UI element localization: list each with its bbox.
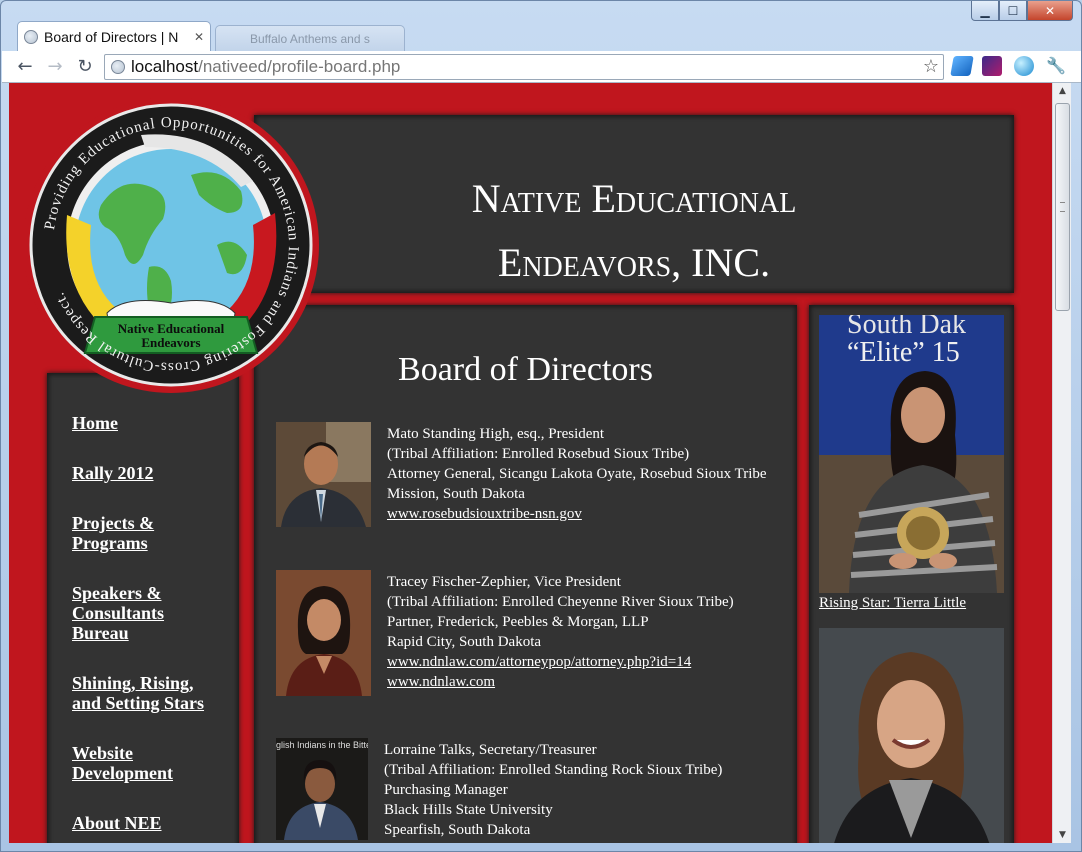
rising-star-caption[interactable]: Rising Star: Tierra Little	[819, 595, 966, 612]
board-member-1: Mato Standing High, esq., President (Tri…	[276, 422, 786, 527]
member-photo-1	[276, 422, 371, 527]
member-line: (Tribal Affiliation: Enrolled Rosebud Si…	[387, 446, 690, 462]
member-line: Mato Standing High, esq., President	[387, 426, 605, 442]
member-line: Attorney General, Sicangu Lakota Oyate, …	[387, 466, 767, 482]
portrait-woman-sign-image	[276, 738, 368, 840]
logo-banner-line2: Endeavors	[141, 335, 200, 350]
nav-link-projects-programs[interactable]: Projects & Programs	[72, 513, 222, 553]
portrait-man-image	[276, 422, 371, 527]
page-scrollbar[interactable]: ▲ ▼	[1052, 83, 1071, 843]
nav-item-speakers: Speakers & Consultants Bureau	[72, 583, 222, 643]
extension-book-icon[interactable]	[982, 56, 1002, 76]
nav-list: Home Rally 2012 Projects & Programs Spea…	[72, 413, 222, 843]
tab-title: Board of Directors | N	[44, 28, 179, 45]
shining-star-photo[interactable]	[819, 628, 1004, 843]
member-photo-2	[276, 570, 371, 696]
nav-item-website: Website Development	[72, 743, 222, 783]
member-info-1: Mato Standing High, esq., President (Tri…	[387, 424, 767, 527]
maximize-button[interactable]: ☐	[999, 1, 1027, 21]
extension-blue-icon[interactable]	[950, 56, 974, 76]
board-member-2: Tracey Fischer-Zephier, Vice President (…	[276, 570, 786, 696]
photo-sign-text: glish Indians in the Bitter	[276, 740, 368, 750]
member-line: Partner, Frederick, Peebles & Morgan, LL…	[387, 614, 649, 630]
member-line: Rapid City, South Dakota	[387, 634, 542, 650]
shining-star-image	[819, 628, 1004, 843]
member-line: Tracey Fischer-Zephier, Vice President	[387, 574, 621, 590]
nav-link-home[interactable]: Home	[72, 413, 222, 433]
tab-background[interactable]: Buffalo Anthems and s	[215, 25, 405, 51]
nav-link-rally-2012[interactable]: Rally 2012	[72, 463, 222, 483]
site-logo[interactable]: Native Educational Endeavors Providing E…	[21, 95, 321, 395]
header-panel: Native Educational Endeavors, INC.	[254, 115, 1014, 293]
tab-active[interactable]: Board of Directors | N ✕	[17, 21, 211, 51]
member-line: (Tribal Affiliation: Enrolled Standing R…	[384, 762, 723, 778]
member-line: Lorraine Talks, Secretary/Treasurer	[384, 742, 597, 758]
logo-emblem-icon: Native Educational Endeavors Providing E…	[23, 97, 319, 393]
extension-globe-icon[interactable]	[1014, 56, 1034, 76]
tab-close-icon[interactable]: ✕	[194, 30, 204, 44]
board-member-3: glish Indians in the Bitter Lorraine Tal…	[276, 738, 786, 840]
scroll-up-arrow-icon[interactable]: ▲	[1053, 83, 1072, 99]
nav-link-about[interactable]: About NEE	[72, 813, 222, 833]
nav-item-rally: Rally 2012	[72, 463, 222, 483]
page-globe-icon	[24, 29, 38, 44]
member-line: Spearfish, South Dakota	[384, 822, 531, 838]
scroll-thumb[interactable]	[1055, 103, 1070, 311]
member-line: Mission, South Dakota	[387, 486, 525, 502]
member-line: Black Hills State University	[384, 802, 553, 818]
site-title: Native Educational Endeavors, INC.	[471, 176, 797, 285]
minimize-button[interactable]: ▁	[971, 1, 999, 21]
bookmark-star-icon[interactable]: ☆	[923, 56, 939, 77]
site-info-icon[interactable]	[111, 60, 125, 74]
url-host: localhost	[131, 57, 199, 76]
reload-icon[interactable]: ↻	[70, 53, 100, 81]
url-path: /nativeed/profile-board.php	[198, 57, 401, 76]
tab-title-background: Buffalo Anthems and s	[250, 31, 370, 46]
back-arrow-icon[interactable]: ←	[10, 53, 40, 81]
member-link[interactable]: www.ndnlaw.com/attorneypop/attorney.php?…	[387, 652, 734, 672]
main-content: Board of Directors Mato Standing High, e…	[254, 305, 797, 843]
address-bar[interactable]: localhost/nativeed/profile-board.php ☆	[104, 54, 944, 80]
rising-star-photo[interactable]: South Dak “Elite” 15	[819, 315, 1004, 593]
member-line: (Tribal Affiliation: Enrolled Cheyenne R…	[387, 594, 734, 610]
nav-item-projects: Projects & Programs	[72, 513, 222, 553]
window-controls: ▁ ☐ ✕	[971, 1, 1073, 21]
scroll-down-arrow-icon[interactable]: ▼	[1053, 827, 1072, 843]
member-link[interactable]: www.rosebudsiouxtribe-nsn.gov	[387, 504, 767, 524]
portrait-woman-image	[276, 570, 371, 696]
member-info-3: Lorraine Talks, Secretary/Treasurer (Tri…	[384, 740, 722, 840]
member-info-2: Tracey Fischer-Zephier, Vice President (…	[387, 572, 734, 696]
member-link[interactable]: www.ndnlaw.com	[387, 672, 734, 692]
forward-arrow-icon[interactable]: →	[40, 53, 70, 81]
logo-banner-line1: Native Educational	[118, 321, 225, 336]
nav-item-stars: Shining, Rising, and Setting Stars	[72, 673, 222, 713]
stars-sidebar: South Dak “Elite” 15 Rising Star: Tierra…	[809, 305, 1014, 843]
member-line: Purchasing Manager	[384, 782, 508, 798]
nav-item-home: Home	[72, 413, 222, 433]
nav-item-about: About NEE	[72, 813, 222, 833]
wrench-icon[interactable]: 🔧	[1046, 56, 1066, 76]
browser-toolbar: ← → ↻ localhost/nativeed/profile-board.p…	[2, 51, 1081, 83]
page-viewport: Native Educational Endeavors, INC. Home …	[9, 83, 1052, 843]
nav-link-website-development[interactable]: Website Development	[72, 743, 222, 783]
nav-link-speakers-bureau[interactable]: Speakers & Consultants Bureau	[72, 583, 222, 643]
nav-link-stars[interactable]: Shining, Rising, and Setting Stars	[72, 673, 222, 713]
sidebar-nav: Home Rally 2012 Projects & Programs Spea…	[47, 373, 239, 843]
close-button[interactable]: ✕	[1027, 1, 1073, 21]
photo-banner-line2: “Elite” 15	[847, 337, 960, 368]
member-photo-3: glish Indians in the Bitter	[276, 738, 368, 840]
page-title: Board of Directors	[398, 351, 653, 388]
